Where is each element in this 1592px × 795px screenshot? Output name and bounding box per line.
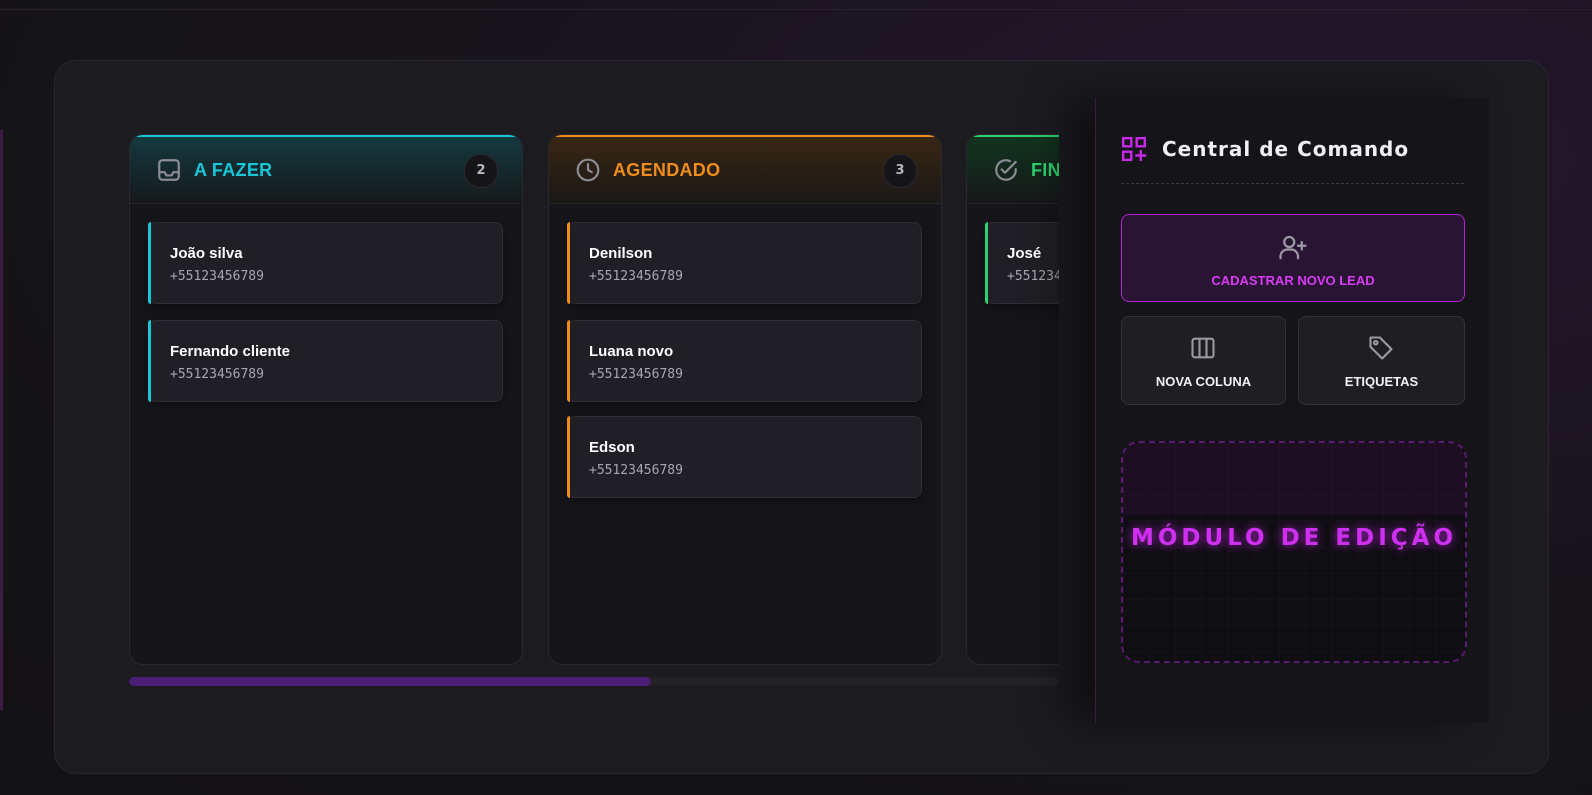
new-column-button[interactable]: NOVA COLUNA: [1121, 316, 1286, 405]
lead-phone: +55123456789: [589, 367, 683, 382]
user-plus-icon: [1279, 235, 1307, 260]
top-divider: [0, 9, 1592, 10]
check-circle-icon: [995, 159, 1017, 181]
lead-card[interactable]: Denilson +55123456789: [567, 222, 922, 304]
column-scheduled: AGENDADO 3 Denilson +55123456789 Luana n…: [548, 134, 942, 665]
column-title: AGENDADO: [613, 160, 721, 180]
new-column-label: NOVA COLUNA: [1155, 374, 1252, 389]
card-accent: [567, 416, 570, 498]
lead-card[interactable]: Luana novo +55123456789: [567, 320, 922, 402]
column-title: FIN: [1031, 160, 1059, 180]
panel-title: Central de Comando: [1162, 137, 1410, 161]
lead-phone: +55123456789: [589, 463, 683, 478]
app-frame: A FAZER 2 João silva +55123456789 Fernan…: [54, 60, 1549, 774]
new-lead-label: CADASTRAR NOVO LEAD: [1211, 273, 1375, 288]
column-accent-bar: [549, 135, 941, 137]
card-accent: [148, 320, 151, 402]
clock-icon: [576, 158, 600, 182]
edit-module-label: MÓDULO DE EDIÇÃO: [1130, 525, 1457, 551]
board-scrollbar[interactable]: [129, 677, 1059, 686]
lead-name: Edson: [589, 439, 635, 456]
card-accent: [567, 222, 570, 304]
lead-name: José: [1007, 245, 1042, 262]
lead-name: João silva: [170, 245, 243, 262]
column-title: A FAZER: [194, 160, 273, 180]
lead-card[interactable]: Fernando cliente +55123456789: [148, 320, 503, 402]
column-header: FIN: [967, 135, 1059, 204]
lead-name: Luana novo: [589, 343, 674, 360]
card-accent: [148, 222, 151, 304]
tags-button[interactable]: ETIQUETAS: [1298, 316, 1465, 405]
lead-phone: +55123456789: [589, 269, 683, 284]
edit-module[interactable]: MÓDULO DE EDIÇÃO: [1121, 441, 1467, 663]
lead-name: Fernando cliente: [170, 343, 291, 360]
tags-label: ETIQUETAS: [1344, 374, 1419, 389]
lead-card[interactable]: José +5512345: [985, 222, 1059, 304]
edit-module-band: [1123, 443, 1465, 515]
kanban-board: A FAZER 2 João silva +55123456789 Fernan…: [129, 134, 1059, 694]
lead-phone: +5512345: [1007, 269, 1059, 284]
lead-card[interactable]: Edson +55123456789: [567, 416, 922, 498]
column-header: A FAZER 2: [130, 135, 522, 204]
lead-card[interactable]: João silva +55123456789: [148, 222, 503, 304]
lead-phone: +55123456789: [170, 367, 264, 382]
column-header: AGENDADO 3: [549, 135, 941, 204]
card-accent: [567, 320, 570, 402]
card-accent: [985, 222, 988, 304]
tag-icon: [1369, 336, 1393, 360]
new-lead-button[interactable]: CADASTRAR NOVO LEAD: [1121, 214, 1465, 302]
command-panel: Central de Comando CADASTRAR NOVO LEAD N…: [1095, 98, 1489, 723]
left-edge-glow: [0, 130, 3, 710]
columns-icon: [1191, 337, 1215, 359]
inbox-icon: [158, 159, 180, 181]
column-todo: A FAZER 2 João silva +55123456789 Fernan…: [129, 134, 523, 665]
column-count-badge: 3: [883, 154, 917, 188]
lead-name: Denilson: [589, 245, 653, 262]
panel-divider: [1121, 183, 1464, 184]
column-accent-bar: [130, 135, 522, 137]
lead-phone: +55123456789: [170, 269, 264, 284]
grid-plus-icon: [1121, 136, 1147, 162]
scrollbar-thumb[interactable]: [129, 677, 651, 686]
column-done: FIN José +5512345: [966, 134, 1059, 665]
column-accent-bar: [967, 135, 1059, 137]
column-count-badge: 2: [464, 154, 498, 188]
